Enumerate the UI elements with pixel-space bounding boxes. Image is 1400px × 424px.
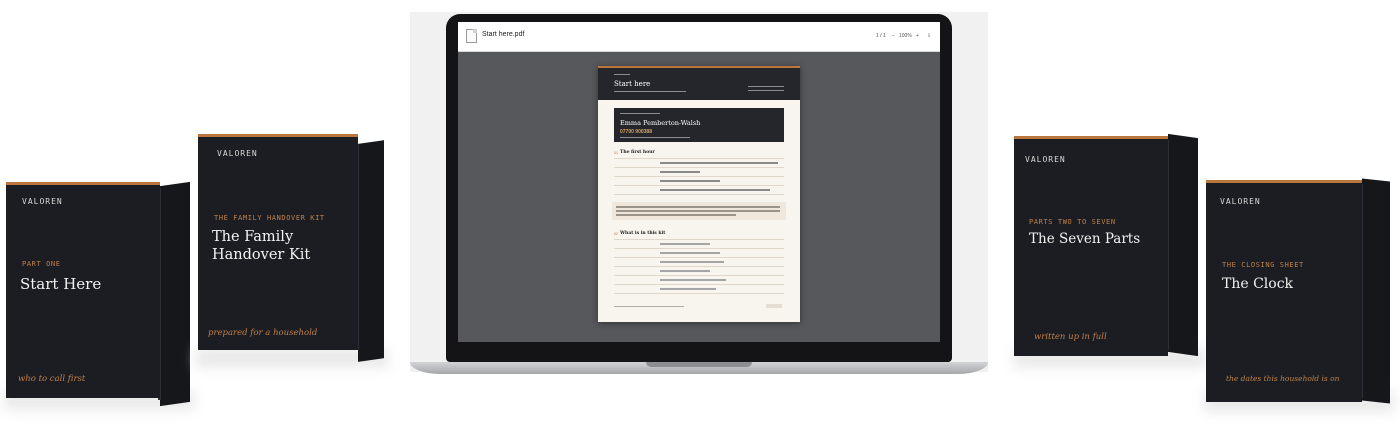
download-icon[interactable]: ⇩ (927, 33, 931, 39)
book-title-line-2: Handover Kit (212, 247, 311, 263)
brand-label: VALOREN (22, 197, 63, 206)
laptop-screen: Start here.pdf 1 / 1 − 100% + ⇩ Start he… (458, 22, 940, 342)
pdf-header: Start here (598, 66, 800, 100)
note-box (612, 202, 786, 220)
book-start-here: VALOREN PART ONE Start Here who to call … (0, 178, 196, 412)
section-title-kit-contents: What is in this kit (620, 231, 666, 236)
pdf-viewer-toolbar: Start here.pdf 1 / 1 − 100% + ⇩ (458, 22, 940, 52)
book-cover: VALOREN PARTS TWO TO SEVEN The Seven Par… (1014, 136, 1168, 356)
book-kicker: THE FAMILY HANDOVER KIT (214, 214, 325, 222)
book-cover: VALOREN THE CLOSING SHEET The Clock the … (1206, 180, 1362, 402)
table-row (660, 180, 720, 182)
emergency-contact-card: Emma Pemberton-Walsh 07700 900388 (614, 108, 784, 142)
pdf-footer (614, 306, 684, 307)
book-title: Start Here (20, 275, 102, 293)
zoom-out-button[interactable]: − (892, 33, 895, 39)
table-row (660, 279, 726, 281)
laptop-notch (646, 362, 752, 367)
book-title: The Seven Parts (1029, 231, 1141, 247)
pdf-page: Start here Emma Pemberton-Walsh 07700 90… (598, 66, 800, 322)
table-row (660, 162, 778, 164)
table-row (660, 270, 710, 272)
zoom-level: 100% (899, 33, 912, 39)
table-row (660, 243, 710, 245)
book-tagline: the dates this household is on (1226, 374, 1340, 383)
section-number: 01 (614, 151, 618, 155)
book-kicker: PARTS TWO TO SEVEN (1029, 218, 1116, 226)
contact-phone: 07700 900388 (620, 129, 652, 135)
page-indicator: 1 / 1 (876, 33, 886, 39)
table-row (660, 171, 700, 173)
brand-label: VALOREN (1220, 197, 1261, 206)
book-cover: VALOREN THE FAMILY HANDOVER KIT The Fami… (198, 134, 358, 350)
table-row (660, 288, 716, 290)
book-title-line-1: The Family (212, 229, 294, 245)
book-seven-parts: VALOREN PARTS TWO TO SEVEN The Seven Par… (1010, 128, 1210, 370)
zoom-in-button[interactable]: + (916, 33, 919, 39)
book-kicker: THE CLOSING SHEET (1222, 261, 1304, 269)
brand-label: VALOREN (217, 149, 258, 158)
table-row (660, 261, 724, 263)
file-icon (466, 29, 477, 43)
book-kicker: PART ONE (22, 260, 61, 268)
table-row (660, 189, 770, 191)
section-number: 02 (614, 232, 618, 236)
contact-name: Emma Pemberton-Walsh (620, 119, 701, 127)
pdf-title: Start here (614, 80, 651, 88)
book-the-clock: VALOREN THE CLOSING SHEET The Clock the … (1202, 176, 1398, 416)
book-tagline: written up in full (1034, 332, 1107, 342)
book-family-handover-kit: VALOREN THE FAMILY HANDOVER KIT The Fami… (190, 128, 390, 370)
file-name: Start here.pdf (482, 31, 525, 38)
section-title-first-hour: The first hour (620, 150, 655, 155)
book-cover: VALOREN PART ONE Start Here who to call … (6, 182, 160, 398)
brand-label: VALOREN (1025, 155, 1066, 164)
book-title: The Clock (1222, 276, 1294, 292)
pdf-footer-logo (766, 304, 782, 308)
table-row (660, 252, 720, 254)
book-tagline: prepared for a household (208, 328, 318, 338)
book-tagline: who to call first (18, 374, 86, 384)
